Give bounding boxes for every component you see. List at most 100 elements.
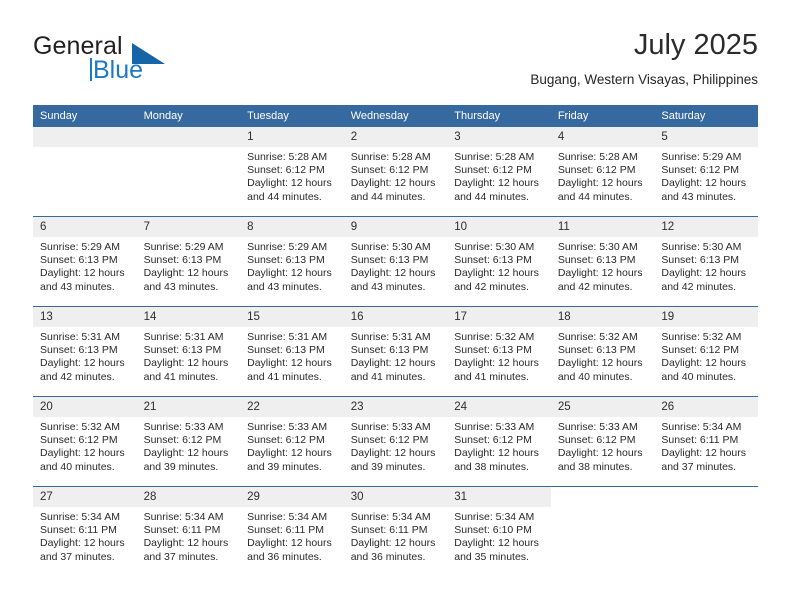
calendar-day-cell[interactable]: 17 Sunrise: 5:32 AM Sunset: 6:13 PM Dayligh… [447,306,551,397]
day-sun-info: Sunrise: 5:29 AM Sunset: 6:13 PM Daylight:… [137,237,241,294]
sunrise-text: Sunrise: 5:32 AM [557,331,638,343]
day-number: 26 [654,397,758,417]
sunrise-text: Sunrise: 5:28 AM [454,151,535,163]
day-number [550,487,655,507]
sunset-text: Sunset: 6:12 PM [350,434,429,447]
daylight-text-line2: and 43 minutes. [661,190,737,203]
calendar-day-cell[interactable]: 13 Sunrise: 5:31 AM Sunset: 6:13 PM Dayligh… [33,306,137,397]
calendar-day-cell[interactable]: 3 Sunrise: 5:28 AM Sunset: 6:12 PM Daylight… [447,127,551,217]
calendar-week-row: 1 Sunrise: 5:28 AM Sunset: 6:12 PM Daylight… [33,127,758,217]
sunset-text: Sunset: 6:12 PM [247,164,325,177]
sunset-text: Sunset: 6:12 PM [661,164,740,177]
daylight-text-line2: and 44 minutes. [454,190,529,203]
calendar-day-cell[interactable]: 8 Sunrise: 5:29 AM Sunset: 6:13 PM Daylight… [240,216,344,307]
daylight-text-line1: Daylight: 12 hours [350,447,436,460]
day-sun-info: Sunrise: 5:34 AM Sunset: 6:11 PM Daylight:… [654,417,758,474]
daylight-text-line1: Daylight: 12 hours [40,537,125,550]
day-sun-info: Sunrise: 5:34 AM Sunset: 6:11 PM Daylight:… [33,507,137,564]
daylight-text-line2: and 40 minutes. [40,460,115,473]
daylight-text-line1: Daylight: 12 hours [40,447,125,460]
calendar-day-cell[interactable]: 29 Sunrise: 5:34 AM Sunset: 6:11 PM Dayligh… [240,486,344,576]
calendar-day-cell[interactable]: 12 Sunrise: 5:30 AM Sunset: 6:13 PM Dayligh… [654,216,758,307]
calendar-day-cell[interactable]: 25 Sunrise: 5:33 AM Sunset: 6:12 PM Dayligh… [550,396,655,487]
sunset-text: Sunset: 6:12 PM [350,164,429,177]
sunset-text: Sunset: 6:12 PM [40,434,118,447]
sunrise-text: Sunrise: 5:29 AM [40,241,120,253]
weekday-header-saturday: Saturday [654,105,758,127]
sunrise-text: Sunrise: 5:33 AM [350,421,431,433]
calendar-day-cell[interactable]: 11 Sunrise: 5:30 AM Sunset: 6:13 PM Dayligh… [550,216,655,307]
daylight-text-line1: Daylight: 12 hours [661,267,747,280]
sunrise-text: Sunrise: 5:32 AM [661,331,742,343]
calendar-day-cell[interactable]: 1 Sunrise: 5:28 AM Sunset: 6:12 PM Daylight… [240,127,344,217]
calendar-day-cell[interactable]: 15 Sunrise: 5:31 AM Sunset: 6:13 PM Dayligh… [240,306,344,397]
day-number: 8 [240,217,344,237]
sunrise-text: Sunrise: 5:33 AM [247,421,328,433]
calendar-day-cell[interactable]: 6 Sunrise: 5:29 AM Sunset: 6:13 PM Daylight… [33,216,137,307]
sunset-text: Sunset: 6:13 PM [557,254,636,267]
day-number [33,127,137,147]
daylight-text-line2: and 43 minutes. [247,280,322,293]
calendar-day-cell[interactable]: 5 Sunrise: 5:29 AM Sunset: 6:12 PM Daylight… [654,127,758,217]
weekday-header-wednesday: Wednesday [343,105,448,127]
calendar-day-cell[interactable]: 2 Sunrise: 5:28 AM Sunset: 6:12 PM Daylight… [343,127,448,217]
calendar-day-cell[interactable]: 9 Sunrise: 5:30 AM Sunset: 6:13 PM Daylight… [343,216,448,307]
day-number: 20 [33,397,137,417]
day-number: 9 [343,217,448,237]
sunset-text: Sunset: 6:11 PM [350,524,428,537]
sunrise-text: Sunrise: 5:33 AM [454,421,535,433]
calendar-day-cell[interactable]: 19 Sunrise: 5:32 AM Sunset: 6:12 PM Dayligh… [654,306,758,397]
sunrise-text: Sunrise: 5:29 AM [247,241,328,253]
calendar-day-cell[interactable]: 28 Sunrise: 5:34 AM Sunset: 6:11 PM Dayligh… [136,486,241,576]
daylight-text-line2: and 40 minutes. [661,370,737,383]
weekday-header-monday: Monday [136,105,241,127]
daylight-text-line2: and 40 minutes. [557,370,633,383]
day-number: 27 [33,487,137,507]
day-sun-info: Sunrise: 5:30 AM Sunset: 6:13 PM Daylight:… [344,237,448,294]
calendar-day-cell[interactable]: 4 Sunrise: 5:28 AM Sunset: 6:12 PM Daylight… [550,127,655,217]
day-number: 14 [136,307,241,327]
weekday-header-friday: Friday [550,105,655,127]
calendar-day-cell[interactable]: 26 Sunrise: 5:34 AM Sunset: 6:11 PM Dayligh… [654,396,758,487]
daylight-text-line1: Daylight: 12 hours [143,537,229,550]
calendar-day-cell[interactable]: 30 Sunrise: 5:34 AM Sunset: 6:11 PM Dayligh… [343,486,448,576]
daylight-text-line1: Daylight: 12 hours [661,177,747,190]
sunset-text: Sunset: 6:13 PM [661,254,740,267]
calendar-day-cell[interactable]: 20 Sunrise: 5:32 AM Sunset: 6:12 PM Dayligh… [33,396,137,487]
day-number: 3 [447,127,551,147]
day-sun-info: Sunrise: 5:32 AM Sunset: 6:13 PM Daylight:… [447,327,551,384]
daylight-text-line1: Daylight: 12 hours [661,357,747,370]
day-sun-info: Sunrise: 5:34 AM Sunset: 6:11 PM Daylight:… [240,507,344,564]
day-number [136,127,241,147]
daylight-text-line1: Daylight: 12 hours [557,357,643,370]
calendar-day-cell[interactable]: 16 Sunrise: 5:31 AM Sunset: 6:13 PM Dayligh… [343,306,448,397]
day-sun-info: Sunrise: 5:28 AM Sunset: 6:12 PM Daylight:… [551,147,655,204]
sunset-text: Sunset: 6:13 PM [143,254,222,267]
calendar-day-cell[interactable]: 24 Sunrise: 5:33 AM Sunset: 6:12 PM Dayligh… [447,396,551,487]
calendar-day-cell[interactable]: 21 Sunrise: 5:33 AM Sunset: 6:12 PM Dayligh… [136,396,241,487]
calendar-day-cell[interactable]: 10 Sunrise: 5:30 AM Sunset: 6:13 PM Dayligh… [447,216,551,307]
calendar-day-cell[interactable]: 31 Sunrise: 5:34 AM Sunset: 6:10 PM Dayligh… [447,486,551,576]
day-sun-info: Sunrise: 5:30 AM Sunset: 6:13 PM Daylight:… [551,237,655,294]
daylight-text-line1: Daylight: 12 hours [350,537,436,550]
daylight-text-line2: and 41 minutes. [454,370,529,383]
daylight-text-line1: Daylight: 12 hours [557,177,643,190]
day-number: 6 [33,217,137,237]
daylight-text-line1: Daylight: 12 hours [143,267,229,280]
calendar-day-cell[interactable]: 23 Sunrise: 5:33 AM Sunset: 6:12 PM Dayligh… [343,396,448,487]
sunrise-text: Sunrise: 5:30 AM [557,241,638,253]
calendar-day-cell[interactable]: 27 Sunrise: 5:34 AM Sunset: 6:11 PM Dayligh… [33,486,137,576]
daylight-text-line2: and 44 minutes. [557,190,633,203]
calendar-day-cell[interactable]: 7 Sunrise: 5:29 AM Sunset: 6:13 PM Daylight… [136,216,241,307]
day-number: 2 [343,127,448,147]
day-sun-info: Sunrise: 5:31 AM Sunset: 6:13 PM Daylight:… [137,327,241,384]
calendar-day-cell[interactable]: 18 Sunrise: 5:32 AM Sunset: 6:13 PM Dayligh… [550,306,655,397]
daylight-text-line1: Daylight: 12 hours [143,357,229,370]
title-block: July 2025 Bugang, Western Visayas, Phili… [530,28,758,90]
calendar-day-cell[interactable]: 14 Sunrise: 5:31 AM Sunset: 6:13 PM Dayligh… [136,306,241,397]
calendar-day-cell[interactable]: 22 Sunrise: 5:33 AM Sunset: 6:12 PM Dayligh… [240,396,344,487]
daylight-text-line2: and 39 minutes. [247,460,322,473]
day-number: 23 [343,397,448,417]
daylight-text-line1: Daylight: 12 hours [350,177,436,190]
sunrise-text: Sunrise: 5:34 AM [247,511,328,523]
